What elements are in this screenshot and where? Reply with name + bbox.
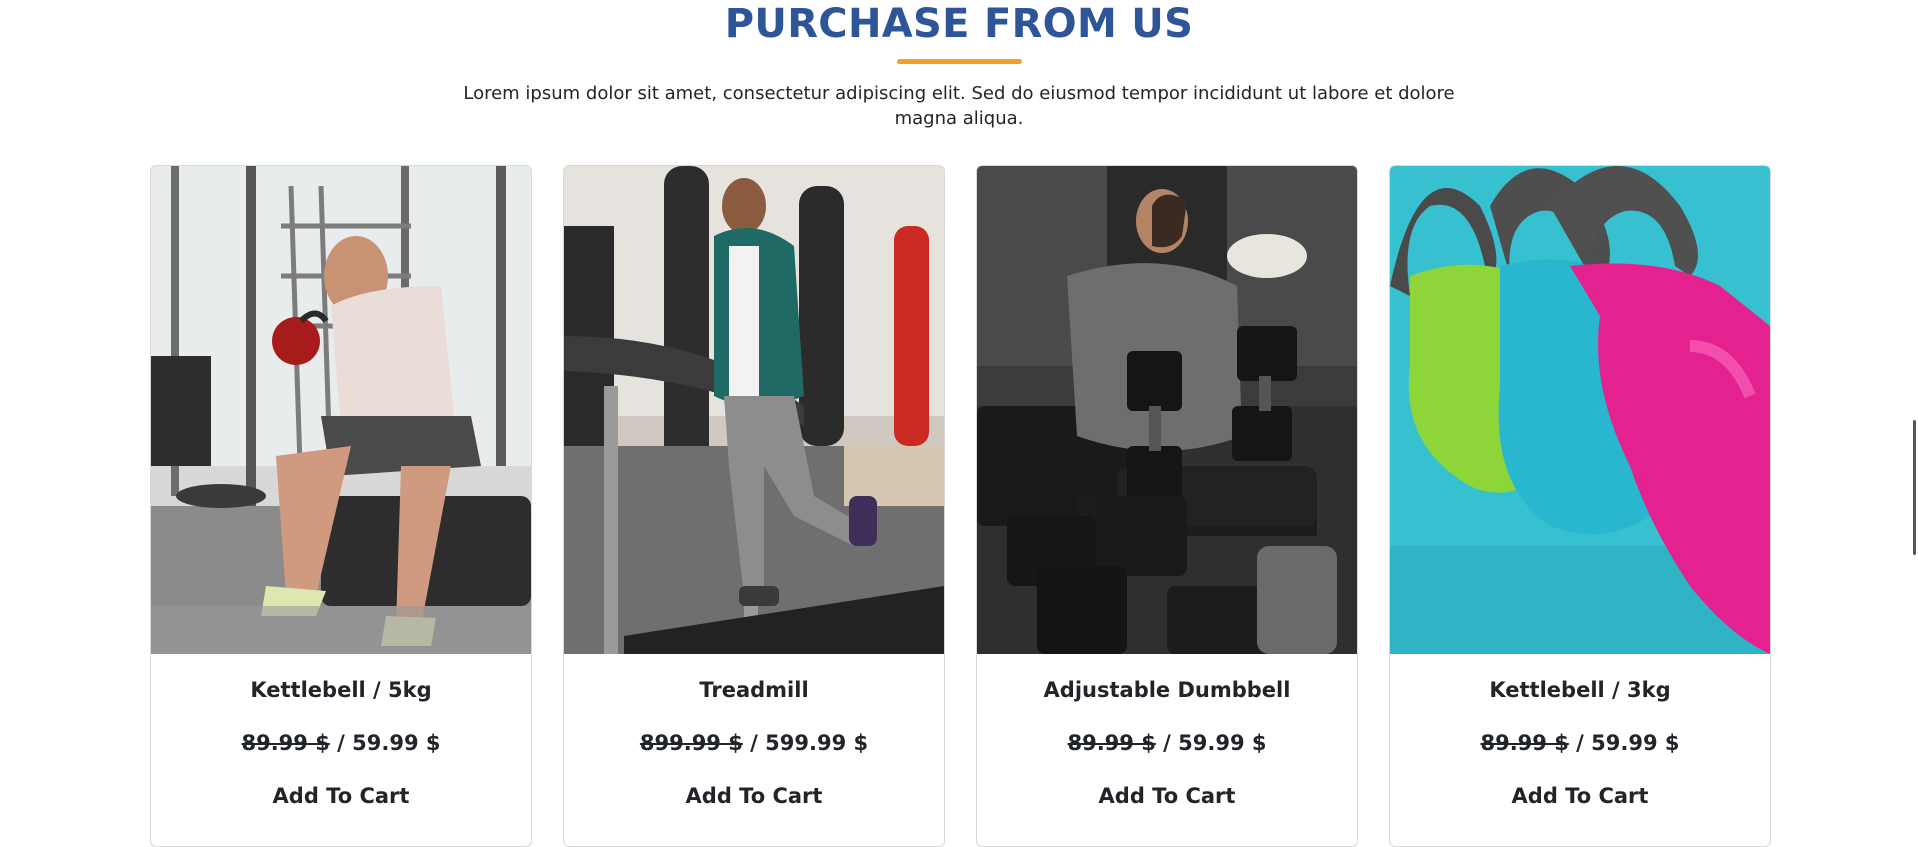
product-name: Adjustable Dumbbell [1043,678,1291,702]
price-separator: / [1576,731,1584,755]
new-price: 59.99 $ [1178,731,1267,755]
product-card: Adjustable Dumbbell 89.99 $ / 59.99 $ Ad… [976,165,1358,847]
price-separator: / [1163,731,1171,755]
product-price: 899.99 $ / 599.99 $ [564,729,944,757]
new-price: 59.99 $ [1591,731,1680,755]
scrollbar-thumb[interactable] [1913,420,1916,555]
old-price: 89.99 $ [1067,731,1156,755]
product-name: Kettlebell / 5kg [250,678,432,702]
product-price: 89.99 $ / 59.99 $ [151,729,531,757]
section-title: PURCHASE FROM US [724,1,1194,47]
product-name: Kettlebell / 3kg [1489,678,1671,702]
section-subtitle: Lorem ipsum dolor sit amet, consectetur … [463,83,1455,129]
add-to-cart-button[interactable]: Add To Cart [1512,782,1649,810]
new-price: 599.99 $ [765,731,869,755]
new-price: 59.99 $ [352,731,441,755]
old-price: 89.99 $ [1480,731,1569,755]
product-image-kettlebell-5kg[interactable] [151,166,531,654]
product-image-kettlebell-3kg[interactable] [1390,166,1770,654]
old-price: 89.99 $ [241,731,330,755]
product-grid: Kettlebell / 5kg 89.99 $ / 59.99 $ Add T… [150,165,1772,847]
old-price: 899.99 $ [639,731,743,755]
add-to-cart-button[interactable]: Add To Cart [686,782,823,810]
product-name: Treadmill [699,678,809,702]
price-separator: / [337,731,345,755]
product-card: Kettlebell / 5kg 89.99 $ / 59.99 $ Add T… [150,165,532,847]
title-underline [896,59,1022,64]
product-image-treadmill[interactable] [564,166,944,654]
product-image-adjustable-dumbbell[interactable] [977,166,1357,654]
section-header: PURCHASE FROM US Lorem ipsum dolor sit a… [0,0,1918,131]
product-card: Kettlebell / 3kg 89.99 $ / 59.99 $ Add T… [1389,165,1771,847]
product-price: 89.99 $ / 59.99 $ [1390,729,1770,757]
product-price: 89.99 $ / 59.99 $ [977,729,1357,757]
add-to-cart-button[interactable]: Add To Cart [273,782,410,810]
product-card: Treadmill 899.99 $ / 599.99 $ Add To Car… [563,165,945,847]
price-separator: / [750,731,758,755]
add-to-cart-button[interactable]: Add To Cart [1099,782,1236,810]
